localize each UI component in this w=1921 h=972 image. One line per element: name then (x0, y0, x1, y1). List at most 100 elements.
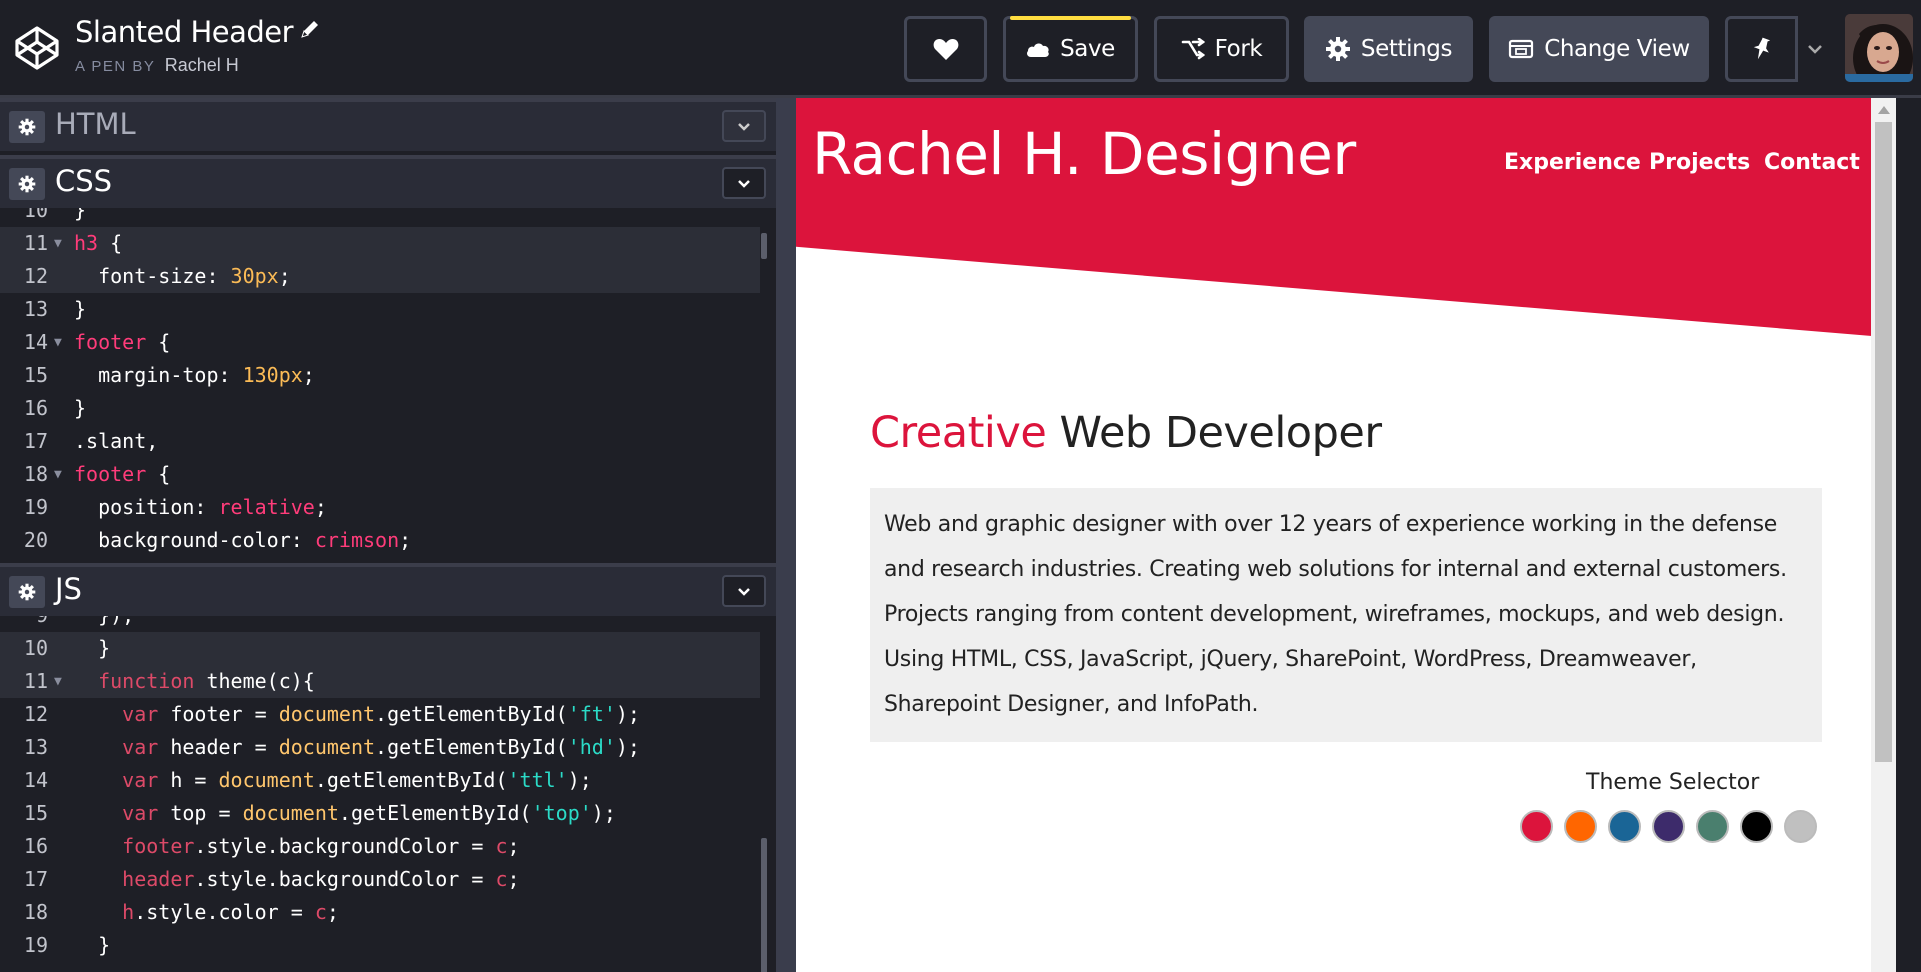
code-line: 10 } (0, 632, 760, 665)
code-text: function theme(c){ (98, 669, 315, 693)
fold-icon[interactable]: ▼ (54, 227, 62, 260)
settings-label: Settings (1360, 36, 1453, 62)
js-code-editor[interactable]: 9 }); 10 } 11▼ function theme(c){ 12 var… (0, 616, 776, 972)
scroll-up-arrow-icon[interactable] (1878, 106, 1890, 114)
code-text: } (74, 208, 87, 222)
user-avatar[interactable] (1845, 14, 1913, 82)
layout-icon (1509, 39, 1534, 59)
css-collapse-button[interactable] (722, 167, 766, 199)
pen-title-text: Slanted Header (75, 15, 294, 49)
bio-line: Web and graphic designer with over 12 ye… (884, 512, 1777, 537)
fold-icon[interactable]: ▼ (54, 326, 62, 359)
code-line: 12 font-size: 30px; (0, 260, 760, 293)
theme-swatch-silver[interactable] (1784, 810, 1817, 843)
code-line: 14 var h = document.getElementById('ttl'… (0, 764, 760, 797)
fold-icon[interactable]: ▼ (54, 458, 62, 491)
theme-swatch-black[interactable] (1740, 810, 1773, 843)
code-line: 11 ▼ function theme(c){ (0, 665, 760, 698)
code-text: }); (74, 616, 134, 632)
nav-link-experience[interactable]: Experience (1504, 150, 1641, 175)
pin-button[interactable] (1725, 16, 1798, 82)
code-text: background-color: crimson; (74, 528, 412, 552)
save-button[interactable]: Save (1003, 16, 1138, 82)
preview-frame: Rachel H. Designer Experience Projects C… (796, 98, 1896, 972)
code-text: position: relative; (74, 495, 327, 519)
site-title: Rachel H. Designer (812, 120, 1356, 188)
code-line: 16 footer.style.backgroundColor = c; (0, 830, 760, 863)
line-number: 13 (23, 735, 48, 759)
chevron-down-icon (738, 122, 750, 131)
settings-button[interactable]: Settings (1304, 16, 1473, 82)
line-number: 15 (23, 801, 48, 825)
pen-title[interactable]: Slanted Header (75, 15, 321, 49)
theme-swatch-orange[interactable] (1564, 810, 1597, 843)
code-line: 9 }); (0, 616, 760, 632)
code-text: footer { (74, 462, 171, 486)
nav-link-contact[interactable]: Contact (1764, 150, 1860, 175)
code-line: 18 h.style.color = c; (0, 896, 760, 929)
bio-box: Web and graphic designer with over 12 ye… (870, 488, 1822, 742)
code-text: } (74, 933, 111, 957)
headline: Creative Web Developer (870, 408, 1382, 458)
code-line: 17 .slant, (0, 425, 760, 458)
code-line: 19 position: relative; (0, 491, 760, 524)
css-panel-header[interactable]: CSS (0, 155, 776, 208)
code-line: 13 var header = document.getElementById(… (0, 731, 760, 764)
theme-swatch-blue[interactable] (1608, 810, 1641, 843)
avatar-image (1845, 14, 1913, 82)
theme-swatch-crimson[interactable] (1520, 810, 1553, 843)
code-text: } (74, 396, 87, 420)
codepen-logo-icon[interactable] (13, 24, 61, 72)
author-link[interactable]: Rachel H (165, 55, 239, 75)
code-text: footer.style.backgroundColor = c; (122, 834, 520, 858)
code-text: header.style.backgroundColor = c; (122, 867, 520, 891)
gear-icon (1325, 37, 1350, 61)
code-text: h.style.color = c; (122, 900, 339, 924)
css-code-editor[interactable]: 10} 11 ▼ h3 { 12 font-size: 30px; 13} 14 ▼ f… (0, 208, 776, 563)
line-number: 17 (23, 867, 48, 891)
code-line: 15 margin-top: 130px; (0, 359, 760, 392)
fork-button[interactable]: Fork (1154, 16, 1289, 82)
pin-dropdown-button[interactable] (1798, 16, 1831, 82)
line-number: 10 (23, 208, 48, 222)
preview-scrollbar[interactable] (1871, 98, 1896, 972)
headline-rest: Web Developer (1046, 408, 1382, 458)
preview-scrollbar-thumb[interactable] (1875, 122, 1892, 762)
theme-swatch-green[interactable] (1696, 810, 1729, 843)
html-panel-header[interactable]: HTML (0, 98, 776, 151)
chevron-down-icon (1807, 45, 1822, 54)
code-text: font-size: 30px; (74, 264, 291, 288)
html-collapse-button[interactable] (722, 110, 766, 142)
like-button[interactable] (904, 16, 987, 82)
line-number: 10 (23, 636, 48, 660)
line-number: 11 (23, 669, 48, 693)
byline-prefix: A PEN BY (75, 58, 156, 75)
pin-icon (1753, 37, 1770, 60)
pencil-icon[interactable] (299, 18, 321, 40)
line-number: 17 (23, 429, 48, 453)
editor-resize-handle[interactable] (776, 98, 796, 972)
js-settings-button[interactable] (9, 576, 45, 608)
js-scrollbar-thumb[interactable] (761, 838, 767, 972)
line-number: 12 (23, 702, 48, 726)
css-settings-button[interactable] (9, 168, 45, 200)
headline-accent: Creative (870, 408, 1047, 458)
code-line: 10} (0, 208, 760, 227)
code-line: 17 header.style.backgroundColor = c; (0, 863, 760, 896)
html-settings-button[interactable] (9, 111, 45, 143)
change-view-button[interactable]: Change View (1489, 16, 1709, 82)
theme-swatch-purple[interactable] (1652, 810, 1685, 843)
gear-icon (18, 175, 36, 193)
code-text: var top = document.getElementById('top')… (122, 801, 616, 825)
code-text: h3 { (74, 231, 123, 255)
code-line: 12 var footer = document.getElementById(… (0, 698, 760, 731)
code-text: var header = document.getElementById('hd… (122, 735, 640, 759)
css-scrollbar-thumb[interactable] (761, 233, 767, 259)
nav-link-projects[interactable]: Projects (1649, 150, 1750, 175)
js-collapse-button[interactable] (722, 575, 766, 607)
line-number: 11 (23, 231, 48, 255)
css-panel-title: CSS (55, 164, 113, 198)
fold-icon[interactable]: ▼ (54, 665, 62, 698)
js-panel-header[interactable]: JS (0, 563, 776, 616)
code-text: } (74, 636, 111, 660)
